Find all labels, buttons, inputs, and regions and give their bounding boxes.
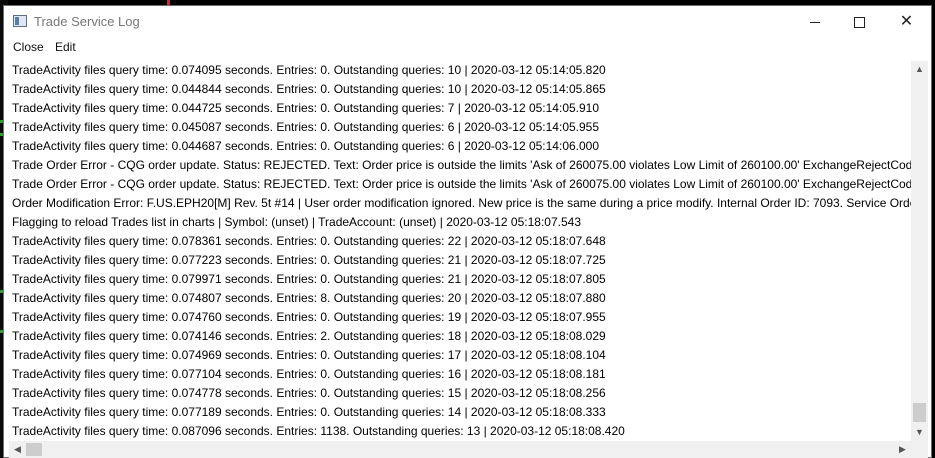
log-line[interactable]: TradeActivity files query time: 0.044725… — [9, 99, 911, 118]
maximize-button[interactable] — [837, 6, 882, 37]
log-line[interactable]: TradeActivity files query time: 0.074760… — [9, 308, 911, 327]
scroll-down-icon[interactable]: ▼ — [911, 424, 928, 441]
vertical-scrollbar[interactable]: ▲ ▼ — [911, 61, 928, 441]
log-line[interactable]: TradeActivity files query time: 0.074807… — [9, 289, 911, 308]
log-line[interactable]: TradeActivity files query time: 0.044687… — [9, 137, 911, 156]
scroll-left-icon[interactable]: ◀ — [9, 441, 26, 458]
log-line[interactable]: Trade Order Error - CQG order update. St… — [9, 156, 911, 175]
horizontal-scroll-thumb[interactable] — [26, 443, 42, 456]
log-line[interactable]: TradeActivity files query time: 0.087096… — [9, 422, 911, 441]
log-line[interactable]: TradeActivity files query time: 0.077104… — [9, 365, 911, 384]
app-window-icon — [13, 15, 27, 27]
log-line[interactable]: TradeActivity files query time: 0.077189… — [9, 403, 911, 422]
log-line[interactable]: Trade Order Error - CQG order update. St… — [9, 175, 911, 194]
log-line[interactable]: TradeActivity files query time: 0.074969… — [9, 346, 911, 365]
menu-close[interactable]: Close — [13, 40, 44, 54]
close-icon: ✕ — [899, 13, 914, 30]
title-bar[interactable]: Trade Service Log ✕ — [4, 6, 931, 37]
log-list[interactable]: TradeActivity files query time: 0.074095… — [9, 61, 911, 441]
log-line[interactable]: TradeActivity files query time: 0.074778… — [9, 384, 911, 403]
trade-service-log-window: Trade Service Log ✕ Close Edit TradeActi… — [3, 5, 932, 458]
log-line[interactable]: TradeActivity files query time: 0.044844… — [9, 80, 911, 99]
maximize-icon — [854, 16, 865, 28]
log-line[interactable]: TradeActivity files query time: 0.074146… — [9, 327, 911, 346]
menu-edit[interactable]: Edit — [55, 40, 76, 54]
menu-bar: Close Edit — [4, 37, 931, 57]
log-line[interactable]: TradeActivity files query time: 0.077223… — [9, 251, 911, 270]
close-window-button[interactable]: ✕ — [884, 6, 929, 37]
scrollbar-corner — [911, 441, 928, 458]
log-line[interactable]: Flagging to reload Trades list in charts… — [9, 213, 911, 232]
log-line[interactable]: TradeActivity files query time: 0.074095… — [9, 61, 911, 80]
scroll-right-icon[interactable]: ▶ — [894, 441, 911, 458]
log-line[interactable]: TradeActivity files query time: 0.045087… — [9, 118, 911, 137]
window-title: Trade Service Log — [34, 14, 140, 29]
minimize-icon — [809, 21, 820, 23]
log-line[interactable]: Order Modification Error: F.US.EPH20[M] … — [9, 194, 911, 213]
log-line[interactable]: TradeActivity files query time: 0.078361… — [9, 232, 911, 251]
log-line[interactable]: TradeActivity files query time: 0.079971… — [9, 270, 911, 289]
vertical-scroll-thumb[interactable] — [913, 403, 926, 422]
minimize-button[interactable] — [792, 6, 837, 37]
scroll-up-icon[interactable]: ▲ — [911, 61, 928, 78]
horizontal-scrollbar[interactable]: ◀ ▶ — [9, 441, 911, 458]
